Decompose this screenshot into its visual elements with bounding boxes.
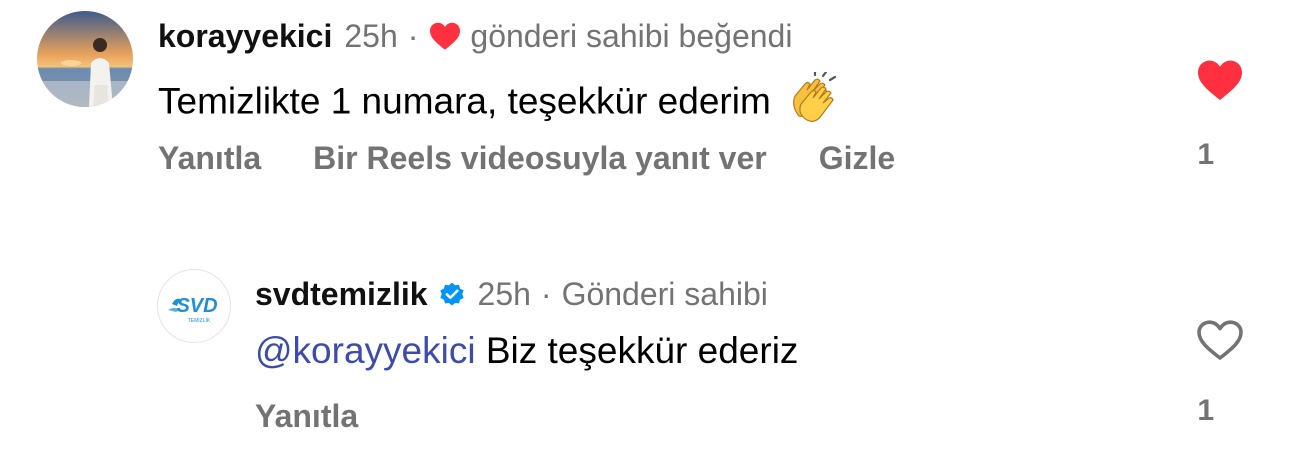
avatar-photo-icon [37, 11, 133, 107]
avatar[interactable] [37, 11, 133, 107]
comment-body: Biz teşekkür ederiz [485, 330, 799, 371]
reply-button[interactable]: Yanıtla [255, 398, 358, 435]
logo-text: SVD [176, 295, 217, 317]
comment-meta: korayyekici 25h · gönderi sahibi beğendi [158, 14, 792, 58]
reels-reply-button[interactable]: Bir Reels videosuyla yanıt ver [313, 140, 767, 177]
comment-body: Temizlikte 1 numara, teşekkür ederim [158, 80, 771, 122]
logo-subtext: TEMİZLİK [188, 317, 211, 324]
reply-item: SVD TEMİZLİK svdtemizlik 25h · Gönderi s… [0, 262, 1290, 460]
verified-badge-icon [438, 280, 466, 308]
avatar[interactable]: SVD TEMİZLİK [157, 269, 231, 343]
mention-link[interactable]: @korayyekici [255, 330, 476, 371]
comment-text: Temizlikte 1 numara, teşekkür ederim [158, 70, 839, 135]
timestamp: 25h [344, 17, 398, 54]
comment-actions: Yanıtla Bir Reels videosuyla yanıt ver G… [158, 140, 947, 177]
comment-meta: svdtemizlik 25h · Gönderi sahibi [255, 272, 768, 316]
like-button[interactable] [1196, 318, 1244, 367]
like-count[interactable]: 1 [1197, 138, 1214, 172]
comment-item: korayyekici 25h · gönderi sahibi beğendi… [0, 0, 1290, 200]
like-button[interactable] [1196, 58, 1244, 107]
liked-by-author-label: gönderi sahibi beğendi [470, 17, 793, 54]
comment-text: @korayyekici Biz teşekkür ederiz [255, 330, 798, 372]
reply-button[interactable]: Yanıtla [158, 140, 261, 177]
hide-button[interactable]: Gizle [819, 140, 895, 177]
heart-small-icon [428, 21, 462, 51]
separator: · [407, 17, 419, 54]
separator: · [540, 275, 552, 312]
username[interactable]: korayyekici [158, 18, 332, 55]
comment-actions: Yanıtla [255, 398, 410, 435]
heart-outline-icon [1197, 320, 1243, 360]
heart-filled-icon [1198, 60, 1242, 100]
clapping-hands-icon [785, 70, 839, 135]
username[interactable]: svdtemizlik [255, 276, 428, 313]
svd-logo-icon: SVD TEMİZLİK [168, 295, 218, 324]
timestamp: 25h [477, 275, 531, 312]
owner-label: Gönderi sahibi [561, 275, 768, 312]
like-count[interactable]: 1 [1197, 394, 1214, 428]
